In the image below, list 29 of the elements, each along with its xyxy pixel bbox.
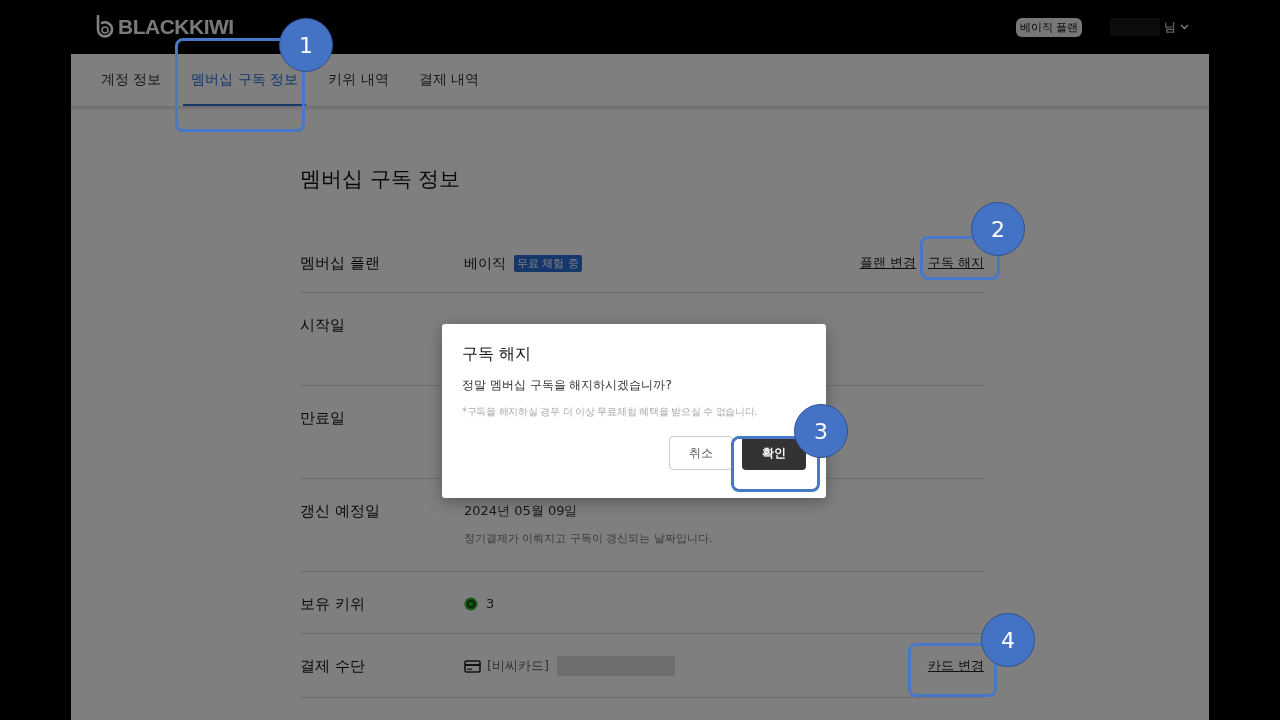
row-label: 갱신 예정일 <box>300 501 381 521</box>
date-note: 정기결제가 이뤄지고 구독이 갱신되는 날짜입니다. <box>464 531 714 546</box>
logo-text[interactable]: BLACKKIWI <box>118 15 234 39</box>
action-link[interactable]: 카드 변경 <box>927 656 984 676</box>
row-label: 만료일 <box>300 408 346 428</box>
card-icon <box>464 659 481 673</box>
page-title: 멤버십 구독 정보 <box>300 166 462 193</box>
tab[interactable]: 계정 정보 <box>93 56 170 106</box>
kiwi-count: 3 <box>486 595 495 613</box>
row-label: 멤버십 플랜 <box>300 253 381 273</box>
dialog-title: 구독 해지 <box>462 344 533 365</box>
dialog-note: *구독을 해지하실 경우 더 이상 무료체험 혜택을 받으실 수 없습니다. <box>462 405 759 419</box>
user-suffix[interactable]: 님 <box>1164 18 1176 36</box>
trial-badge: 무료 체험 중 <box>514 254 582 272</box>
action-link[interactable]: 구독 해지 <box>927 253 984 273</box>
plan-badge: 베이직 플랜 <box>1015 17 1082 37</box>
row-label: 결제 수단 <box>300 656 366 676</box>
card-name: [비씨카드] <box>487 657 550 675</box>
action-link[interactable]: 플랜 변경 <box>859 253 916 273</box>
logo-icon <box>94 15 114 39</box>
kiwi-icon <box>464 597 478 611</box>
cancel-button[interactable]: 취소 <box>669 436 733 470</box>
plan-name: 베이직 <box>464 254 506 273</box>
row-label: 보유 키위 <box>300 594 366 614</box>
row-label: 시작일 <box>300 315 346 335</box>
dialog-question: 정말 멤버십 구독을 해지하시겠습니까? <box>462 377 673 394</box>
tab[interactable]: 결제 내역 <box>410 56 488 106</box>
date-value: 2024년 05월 09일 <box>464 502 579 520</box>
chevron-down-icon[interactable] <box>1180 24 1189 30</box>
